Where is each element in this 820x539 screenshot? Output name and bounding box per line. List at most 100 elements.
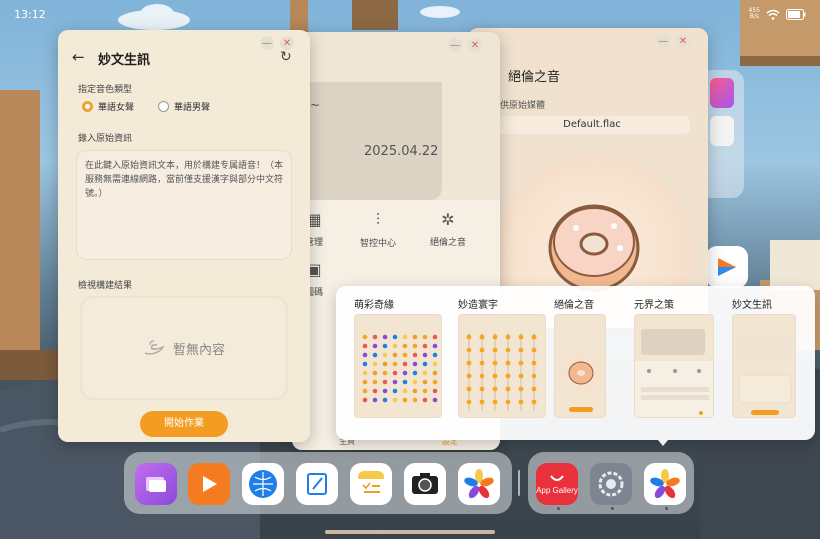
thumbnail-dot — [432, 361, 438, 367]
app-thumbnail[interactable] — [458, 314, 546, 418]
donut-icon — [548, 204, 640, 292]
thumbnail-dot — [432, 388, 438, 394]
browser-app[interactable] — [242, 463, 284, 505]
switcher-item-3[interactable]: 絕倫之音 — [554, 296, 642, 418]
thumbnail-slider-knob — [531, 399, 537, 405]
minimize-button[interactable]: — — [656, 34, 670, 48]
switcher-item-5[interactable]: 妙文生訊 — [732, 296, 820, 418]
settings-app[interactable] — [590, 463, 632, 505]
clock: 13:12 — [14, 7, 46, 21]
multi-window-app[interactable] — [135, 463, 177, 505]
switcher-item-1[interactable]: 萌彩奇緣 — [354, 296, 442, 418]
thumbnail-slider-knob — [492, 360, 498, 366]
app-thumbnail[interactable] — [634, 314, 714, 418]
thumbnail-slider-knob — [492, 386, 498, 392]
radio-unselected-icon — [158, 101, 170, 112]
app-thumbnail[interactable] — [732, 314, 796, 418]
window-text-to-speech[interactable]: — ✕ ← 妙文生訊 ↻ 指定音色類型 華語女聲 華語男聲 錄入原始資訊 在此鍵… — [58, 30, 310, 442]
appgallery-app[interactable]: App Gallery — [536, 463, 578, 505]
thumbnail-dot — [412, 343, 418, 349]
refresh-icon[interactable]: ↻ — [280, 49, 292, 65]
thumbnail-dot — [432, 397, 438, 403]
minimize-button[interactable]: — — [260, 36, 274, 50]
slider-grid-preview — [466, 333, 537, 411]
app-icon-pink[interactable] — [710, 78, 734, 108]
switcher-item-2[interactable]: 妙造寰宇 — [458, 296, 546, 418]
start-button[interactable]: 開始作業 — [140, 411, 228, 437]
thumbnail-slider-knob — [492, 373, 498, 379]
thumbnail-slider-knob — [518, 347, 524, 353]
side-app-icon[interactable] — [706, 246, 748, 288]
thumbnail-slider-knob — [466, 360, 472, 366]
app-switcher: 萌彩奇緣 妙造寰宇 絕倫之音 元界之策 妙文生訊 — [336, 286, 815, 440]
thumbnail-slider-knob — [531, 347, 537, 353]
running-indicator — [611, 507, 614, 510]
recent-dock: App Gallery — [528, 452, 694, 514]
voice-type-group: 華語女聲 華語男聲 — [82, 100, 210, 113]
video-icon — [718, 258, 736, 276]
close-button[interactable]: ✕ — [468, 38, 482, 52]
thumbnail-dot — [362, 397, 368, 403]
thumbnail-slider-knob — [479, 334, 485, 340]
thumbnail-dot — [422, 397, 428, 403]
voice-option-female[interactable]: 華語女聲 — [82, 100, 134, 113]
thumbnail-dot — [382, 379, 388, 385]
thumbnail-slider-knob — [492, 399, 498, 405]
thumbnail-slider-knob — [466, 373, 472, 379]
dashboard-preview — [635, 329, 713, 417]
thumbnail-slider-knob — [479, 373, 485, 379]
thumbnail-dot — [362, 388, 368, 394]
video-app[interactable] — [188, 463, 230, 505]
thumbnail-slider-knob — [518, 334, 524, 340]
thumbnail-slider-knob — [466, 334, 472, 340]
thumbnail-dot — [372, 343, 378, 349]
running-indicator — [557, 507, 560, 510]
status-bar: 13:12 455 B/s — [0, 0, 820, 28]
thumbnail-dot — [372, 388, 378, 394]
close-button[interactable]: ✕ — [280, 36, 294, 50]
donut-preview — [561, 353, 601, 412]
app-icon-voice[interactable] — [710, 116, 734, 146]
thumbnail-dot — [422, 388, 428, 394]
switcher-item-4[interactable]: 元界之策 — [634, 296, 722, 418]
source-text-input[interactable]: 在此鍵入原始資訊文本，用於構建专属語音！（本服務無需連線網路，當前僅支援漢字與部… — [76, 150, 292, 260]
thumbnail-slider-knob — [466, 347, 472, 353]
thumbnail-slider-knob — [505, 386, 511, 392]
page-title: 妙文生訊 — [98, 53, 151, 68]
voice-option-male[interactable]: 華語男聲 — [158, 100, 210, 113]
dot-grid-preview — [362, 334, 438, 403]
thumbnail-dot — [382, 370, 388, 376]
thumbnail-slider-knob — [518, 373, 524, 379]
thumbnail-dot — [372, 379, 378, 385]
thumbnail-dot — [362, 343, 368, 349]
gallery-app-recent[interactable] — [644, 463, 686, 505]
thumbnail-dot — [412, 370, 418, 376]
result-area: 暫無內容 — [80, 296, 288, 400]
app-thumbnail[interactable] — [554, 314, 606, 418]
gallery-app[interactable] — [458, 463, 500, 505]
thumbnail-slider-knob — [466, 386, 472, 392]
home-indicator[interactable] — [325, 530, 495, 534]
func-control-center[interactable]: ⫶ 智控中心 — [348, 210, 408, 249]
back-arrow-icon[interactable]: ← — [72, 48, 85, 66]
file-name-field[interactable]: Default.flac — [494, 116, 690, 134]
thumbnail-slider-knob — [531, 373, 537, 379]
thumbnail-dot — [402, 352, 408, 358]
thumbnail-dot — [382, 388, 388, 394]
thumbnail-slider-knob — [479, 386, 485, 392]
notes-pen-app[interactable] — [296, 463, 338, 505]
close-button[interactable]: ✕ — [676, 34, 690, 48]
camera-app[interactable] — [404, 463, 446, 505]
thumbnail-dot — [362, 361, 368, 367]
notepad-app[interactable] — [350, 463, 392, 505]
sliders-icon: ⫶ — [375, 210, 380, 229]
thumbnail-dot — [412, 352, 418, 358]
thumbnail-slider-knob — [505, 399, 511, 405]
app-thumbnail[interactable] — [354, 314, 442, 418]
func-sound[interactable]: ✲ 絕倫之音 — [418, 210, 478, 248]
thumbnail-slider-knob — [531, 360, 537, 366]
thumbnail-slider-knob — [505, 373, 511, 379]
window-sound[interactable]: — ✕ 絕倫之音 供原始媒體 Default.flac — [468, 28, 708, 328]
minimize-button[interactable]: — — [448, 38, 462, 52]
note-date: 2025.04.22 — [364, 144, 439, 159]
